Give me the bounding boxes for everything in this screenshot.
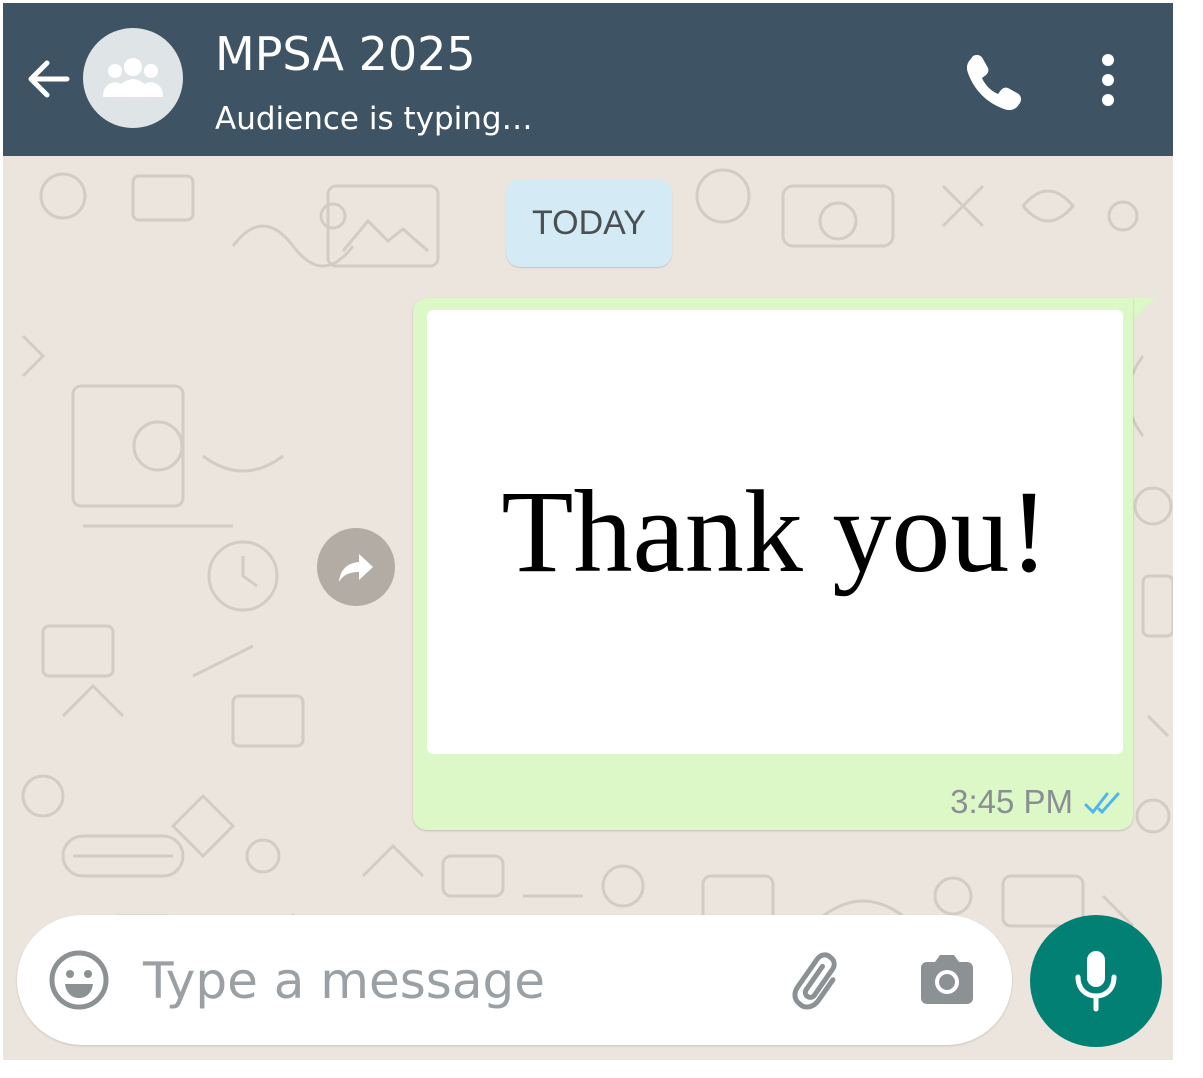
message-image[interactable]: Thank you! — [427, 310, 1123, 754]
chat-header: MPSA 2025 Audience is typing… — [3, 3, 1173, 156]
chat-title[interactable]: MPSA 2025 — [215, 26, 476, 82]
forward-button[interactable] — [317, 528, 395, 606]
phone-icon[interactable] — [957, 46, 1025, 114]
paperclip-icon[interactable] — [787, 948, 853, 1014]
image-text: Thank you! — [501, 466, 1049, 597]
group-icon — [103, 58, 163, 97]
microphone-icon — [1075, 951, 1117, 1012]
arrow-left-icon[interactable] — [23, 53, 75, 105]
chat-window: MPSA 2025 Audience is typing… TODAY Than… — [3, 3, 1173, 1060]
more-vertical-icon[interactable] — [1088, 46, 1128, 114]
message-input[interactable]: Type a message — [17, 915, 1012, 1045]
message-bubble[interactable]: Thank you! 3:45 PM — [413, 298, 1133, 830]
message-time: 3:45 PM — [950, 783, 1073, 820]
forward-icon — [339, 554, 373, 582]
input-placeholder: Type a message — [143, 952, 545, 1010]
mic-button[interactable] — [1030, 915, 1162, 1047]
date-divider: TODAY — [506, 179, 672, 267]
emoji-icon[interactable] — [47, 948, 111, 1012]
typing-status: Audience is typing… — [215, 101, 533, 137]
avatar[interactable] — [83, 28, 183, 128]
double-check-icon — [1084, 792, 1120, 815]
camera-icon[interactable] — [915, 950, 979, 1010]
